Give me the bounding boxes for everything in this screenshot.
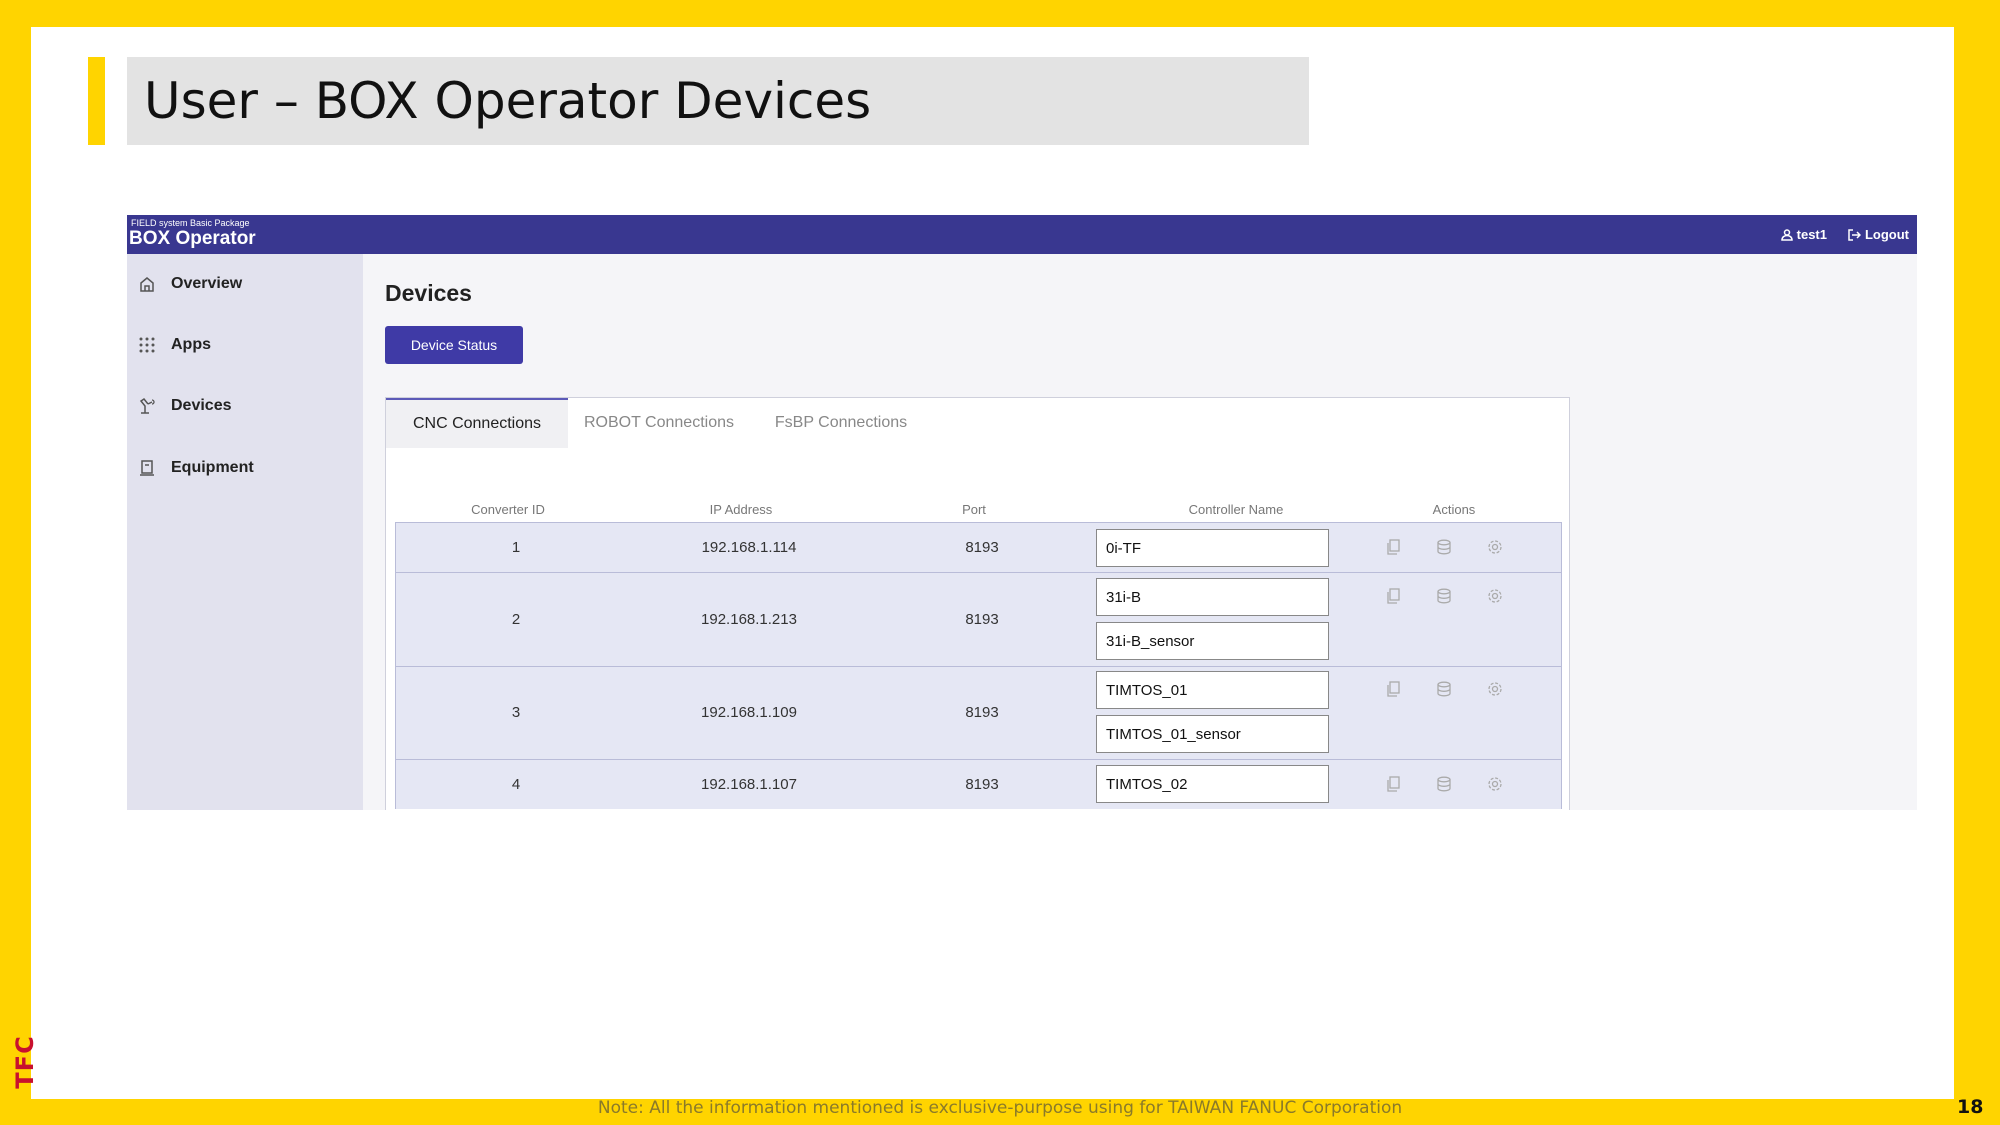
controller-name-field[interactable]: 31i-B	[1096, 578, 1329, 616]
column-header-controller-name: Controller Name	[1188, 502, 1284, 517]
sidebar-item-label: Overview	[171, 275, 243, 292]
converter-id-cell: 2	[511, 611, 521, 628]
ip-address-cell: 192.168.1.114	[701, 539, 797, 556]
sidebar-item-equipment[interactable]: Equipment	[137, 458, 254, 478]
table-row: 3 192.168.1.109 8193 TIMTOS_01 TIMTOS_01…	[395, 666, 1562, 759]
sidebar-item-devices[interactable]: Devices	[137, 396, 232, 416]
controller-name-field[interactable]: 31i-B_sensor	[1096, 622, 1329, 660]
slide-title: User – BOX Operator Devices	[144, 72, 872, 130]
database-icon[interactable]	[1435, 587, 1453, 605]
brand-subtitle: FIELD system Basic Package	[131, 218, 250, 228]
database-icon[interactable]	[1435, 775, 1453, 793]
tab-fsbp-connections[interactable]: FsBP Connections	[750, 398, 932, 448]
robot-arm-icon	[137, 396, 157, 416]
sidebar-item-label: Apps	[171, 336, 211, 353]
tfc-logo-text: TFC	[11, 1035, 39, 1089]
gear-icon[interactable]	[1486, 538, 1504, 556]
sidebar-item-apps[interactable]: Apps	[137, 335, 211, 355]
ip-address-cell: 192.168.1.109	[701, 704, 797, 721]
app-screenshot: FIELD system Basic Package BOX Operator …	[127, 215, 1917, 810]
sidebar-item-label: Devices	[171, 397, 232, 414]
table-row: 2 192.168.1.213 8193 31i-B 31i-B_sensor	[395, 572, 1562, 666]
user-icon	[1780, 228, 1793, 241]
port-cell: 8193	[965, 776, 999, 793]
column-header-actions: Actions	[1432, 502, 1476, 517]
controller-name-field[interactable]: TIMTOS_01_sensor	[1096, 715, 1329, 753]
database-icon[interactable]	[1435, 680, 1453, 698]
port-cell: 8193	[965, 539, 999, 556]
slide-title-box: User – BOX Operator Devices	[127, 57, 1309, 145]
controller-name-field[interactable]: TIMTOS_02	[1096, 765, 1329, 803]
converter-id-cell: 3	[511, 704, 521, 721]
grid-icon	[137, 335, 157, 355]
page-title: Devices	[385, 280, 472, 306]
sidebar-item-label: Equipment	[171, 459, 254, 476]
controller-name-field[interactable]: TIMTOS_01	[1096, 671, 1329, 709]
logout-icon	[1848, 228, 1861, 241]
gear-icon[interactable]	[1486, 587, 1504, 605]
table-row: 1 192.168.1.114 8193 0i-TF	[395, 522, 1562, 572]
home-icon	[137, 274, 157, 294]
copy-icon[interactable]	[1384, 775, 1402, 793]
sidebar: Overview Apps Devices Equipment	[127, 254, 363, 810]
column-header-ip-address: IP Address	[709, 502, 773, 517]
copy-icon[interactable]	[1384, 680, 1402, 698]
copy-icon[interactable]	[1384, 587, 1402, 605]
tfc-logo: TFC	[5, 1035, 45, 1088]
sidebar-item-overview[interactable]: Overview	[137, 274, 242, 294]
converter-id-cell: 1	[511, 539, 521, 556]
ip-address-cell: 192.168.1.107	[701, 776, 797, 793]
port-cell: 8193	[965, 611, 999, 628]
column-header-port: Port	[962, 502, 986, 517]
logout-label: Logout	[1864, 227, 1909, 242]
database-icon[interactable]	[1435, 538, 1453, 556]
machine-icon	[137, 458, 157, 478]
logout-button[interactable]: Logout	[1848, 227, 1909, 242]
table-row: 4 192.168.1.107 8193 TIMTOS_02	[395, 759, 1562, 809]
tab-robot-connections[interactable]: ROBOT Connections	[568, 398, 750, 448]
ip-address-cell: 192.168.1.213	[701, 611, 797, 628]
user-name: test1	[1796, 227, 1827, 242]
tab-cnc-connections[interactable]: CNC Connections	[386, 398, 568, 448]
top-bar: FIELD system Basic Package BOX Operator …	[127, 215, 1917, 254]
copy-icon[interactable]	[1384, 538, 1402, 556]
connections-panel: CNC Connections ROBOT Connections FsBP C…	[385, 397, 1570, 810]
title-accent-bar	[88, 57, 105, 145]
device-status-button[interactable]: Device Status	[385, 326, 523, 364]
controller-name-field[interactable]: 0i-TF	[1096, 529, 1329, 567]
page-number: 18	[1957, 1096, 1984, 1118]
brand-name: BOX Operator	[129, 228, 256, 249]
gear-icon[interactable]	[1486, 680, 1504, 698]
column-header-converter-id: Converter ID	[471, 502, 545, 517]
converter-id-cell: 4	[511, 776, 521, 793]
main-content: Devices Device Status CNC Connections RO…	[363, 254, 1917, 810]
user-menu[interactable]: test1	[1780, 227, 1827, 242]
gear-icon[interactable]	[1486, 775, 1504, 793]
device-table: 1 192.168.1.114 8193 0i-TF 2 192.168.1.2…	[395, 522, 1562, 809]
footer-note: Note: All the information mentioned is e…	[597, 1098, 1403, 1118]
port-cell: 8193	[965, 704, 999, 721]
